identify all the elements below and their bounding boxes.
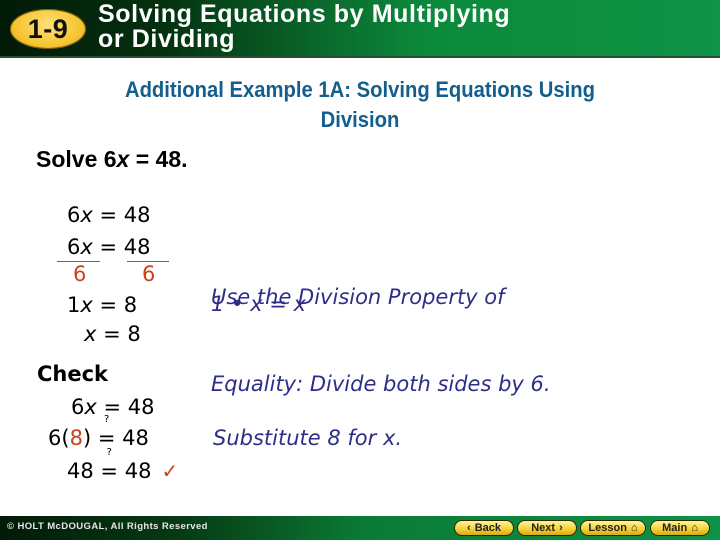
main-button[interactable]: Main ⌂ [650, 520, 710, 536]
header-bar: 1-9 Solving Equations by Multiplying or … [0, 0, 720, 58]
identity-note: 1 • x = x [211, 292, 306, 316]
back-button-label: Back [474, 522, 501, 534]
divisor-right: 6 [142, 262, 156, 286]
chevron-right-icon: › [559, 521, 563, 534]
back-button[interactable]: ‹ Back [454, 520, 514, 536]
solution-step-4: x = 8 [84, 322, 141, 346]
footer-bar: © HOLT McDOUGAL, All Rights Reserved ‹ B… [0, 516, 720, 540]
problem-statement: Solve 6x = 48. [36, 146, 188, 172]
solution-step-2-numerators: 6x = 48 [67, 235, 151, 259]
next-button-label: Next [531, 522, 556, 534]
lesson-title-line1: Solving Equations by Multiplying [98, 0, 511, 28]
solution-step-3: 1x = 8 [67, 293, 138, 317]
lesson-button-label: Lesson [588, 522, 627, 534]
example-heading-line1: Additional Example 1A: Solving Equations… [124, 77, 596, 102]
substituted-value: 8 [69, 426, 83, 450]
lesson-button[interactable]: Lesson ⌂ [580, 520, 646, 536]
home-icon: ⌂ [630, 521, 638, 534]
check-line-3: 48 ? = 48 ✓ [67, 447, 179, 484]
solution-step-1: 6x = 48 [67, 203, 151, 227]
division-property-note: Use the Division Property of Equality: D… [211, 225, 551, 428]
example-heading: Additional Example 1A: Solving Equations… [29, 75, 691, 135]
copyright-text: © HOLT McDOUGAL, All Rights Reserved [7, 521, 208, 532]
check-heading: Check [37, 362, 109, 386]
checkmark-icon: ✓ [161, 459, 179, 483]
division-note-line2: Equality: Divide both sides by 6. [211, 372, 551, 396]
divisor-left: 6 [73, 262, 87, 286]
lesson-title-line2: or Dividing [98, 25, 236, 53]
example-heading-line2: Division [320, 107, 400, 132]
chevron-left-icon: ‹ [467, 521, 471, 534]
substitute-note: Substitute 8 for x. [213, 426, 403, 450]
next-button[interactable]: Next › [517, 520, 577, 536]
main-button-label: Main [662, 522, 688, 534]
lesson-badge: 1-9 [10, 9, 86, 49]
check-line-1: 6x = 48 [71, 395, 155, 419]
home-icon: ⌂ [691, 521, 698, 534]
lesson-title: Solving Equations by Multiplying or Divi… [98, 2, 698, 52]
check-line-2: 6(8) ? = 48 [48, 414, 149, 451]
